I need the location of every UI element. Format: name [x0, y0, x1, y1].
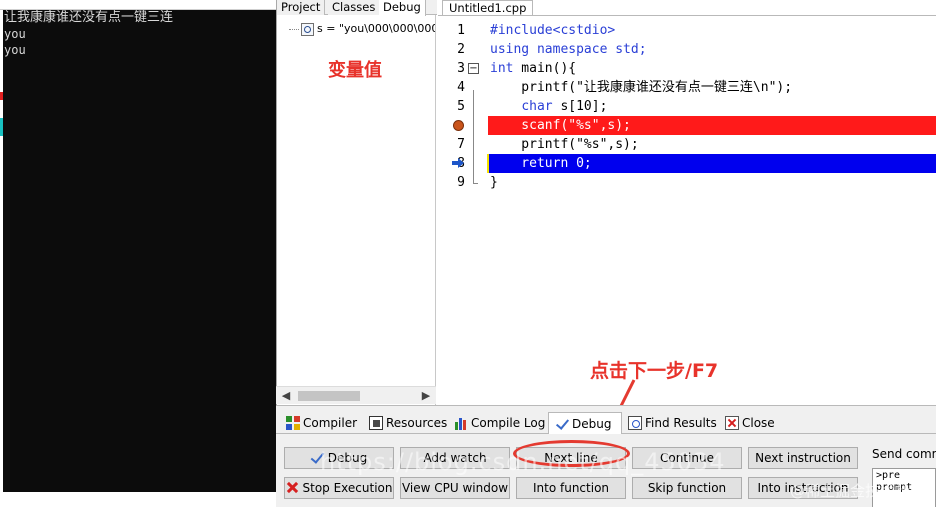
code-line-breakpoint: scanf("%s",s); — [438, 116, 936, 135]
code-text: using namespace std; — [490, 42, 647, 57]
tree-connector — [289, 28, 299, 30]
code-text: int main(){ — [490, 61, 577, 76]
code-text: } — [490, 175, 498, 190]
button-label: Stop Execution — [302, 481, 393, 495]
bottom-tabs: Compiler Resources Compile Log Debug Fin… — [276, 412, 936, 434]
tab-close[interactable]: Close — [719, 412, 779, 434]
compiler-icon — [286, 416, 300, 430]
tab-project[interactable]: Project — [277, 0, 326, 15]
console-line: you — [4, 43, 26, 57]
execution-pointer-icon — [452, 158, 464, 168]
breakpoint-icon[interactable] — [453, 120, 464, 131]
fold-collapse-icon[interactable]: − — [468, 63, 479, 74]
code-text: scanf("%s",s); — [490, 118, 631, 133]
tab-debug[interactable]: Debug — [379, 0, 426, 16]
tab-compile-log[interactable]: Compile Log — [448, 412, 549, 434]
annotation-variable-value: 变量值 — [328, 60, 382, 81]
watch-variable-item[interactable]: s = "you\000\000\000\000\000\000\000" — [289, 20, 435, 38]
edge-marker-red — [0, 92, 3, 100]
debug-check-icon — [555, 417, 569, 431]
editor-tab-untitled1[interactable]: Untitled1.cpp — [442, 0, 534, 16]
scroll-right-icon[interactable]: ▶ — [418, 387, 434, 405]
tab-label: Compiler — [303, 416, 358, 430]
close-icon — [725, 416, 739, 430]
code-line: 9 } — [438, 173, 936, 192]
code-text: #include<cstdio> — [490, 23, 616, 38]
watermark-url: https://blog.csdn.net/qq_45034 — [320, 448, 726, 476]
tab-label: Find Results — [645, 416, 717, 430]
line-number: 1 — [457, 23, 465, 38]
code-line-current: 8 return 0; — [438, 154, 936, 173]
tab-find-results[interactable]: Find Results — [622, 412, 721, 434]
console-line: 让我康康谁还没有点一键三连 — [4, 10, 174, 25]
breakpoint-highlight: scanf("%s",s); — [488, 116, 936, 135]
resources-icon — [369, 416, 383, 430]
line-number: 2 — [457, 42, 465, 57]
stop-execution-button[interactable]: Stop Execution — [284, 477, 394, 499]
code-line: 5 char s[10]; — [438, 97, 936, 116]
line-number: 9 — [457, 175, 465, 190]
current-line-highlight: return 0; — [488, 154, 936, 173]
console-output: 让我康康谁还没有点一键三连 you you — [3, 10, 276, 492]
send-command-label: Send comm — [872, 447, 936, 461]
code-line: 3 − int main(){ — [438, 59, 936, 78]
edge-marker-cyan — [0, 118, 3, 136]
tab-resources[interactable]: Resources — [363, 412, 451, 434]
editor-tab-divider — [438, 15, 936, 16]
line-number: 5 — [457, 99, 465, 114]
text-cursor — [487, 154, 489, 173]
console-title-bar — [0, 0, 276, 10]
line-number: 7 — [457, 137, 465, 152]
tab-classes[interactable]: Classes — [328, 0, 381, 15]
code-line: 7 printf("%s",s); — [438, 135, 936, 154]
find-icon — [628, 416, 642, 430]
watch-icon — [301, 22, 314, 36]
tab-label: Compile Log — [471, 416, 546, 430]
compile-log-icon — [454, 416, 468, 430]
scrollbar-thumb[interactable] — [298, 391, 360, 401]
code-line: 2 using namespace std; — [438, 40, 936, 59]
stop-icon — [286, 481, 299, 494]
scroll-left-icon[interactable]: ◀ — [278, 387, 294, 405]
horizontal-scrollbar[interactable]: ◀ ▶ — [276, 386, 436, 404]
code-line: 4 printf("让我康康谁还没有点一键三连\n"); — [438, 78, 936, 97]
tab-compiler[interactable]: Compiler — [280, 412, 361, 434]
project-panel: Project Classes Debug s = "you\000\000\0… — [276, 0, 437, 405]
skip-function-button[interactable]: Skip function — [632, 477, 742, 499]
console-line: you — [4, 27, 26, 41]
watch-variable-text: s = "you\000\000\000\000\000\000\000" — [317, 22, 435, 35]
line-number: 4 — [457, 80, 465, 95]
view-cpu-window-button[interactable]: View CPU window — [400, 477, 510, 499]
console-window: 让我康康谁还没有点一键三连 you you — [0, 0, 276, 507]
tab-label: Close — [742, 416, 775, 430]
code-editor[interactable]: Untitled1.cpp 1 #include<cstdio> 2 using… — [438, 0, 936, 436]
code-text: char s[10]; — [521, 99, 608, 114]
tab-label: Debug — [572, 417, 612, 431]
code-text: printf("%s",s); — [490, 137, 639, 152]
watermark-community: @稀土掘金技术社区 — [790, 482, 926, 500]
code-line: 1 #include<cstdio> — [438, 21, 936, 40]
project-tabs: Project Classes Debug — [277, 0, 437, 16]
line-number: 3 — [457, 61, 465, 76]
tab-label: Resources — [386, 416, 448, 430]
code-text: printf("让我康康谁还没有点一键三连\n"); — [490, 80, 793, 95]
next-instruction-button[interactable]: Next instruction — [748, 447, 858, 469]
tab-debug-bottom[interactable]: Debug — [548, 412, 622, 434]
code-text: return 0; — [490, 156, 592, 171]
into-function-button[interactable]: Into function — [516, 477, 626, 499]
